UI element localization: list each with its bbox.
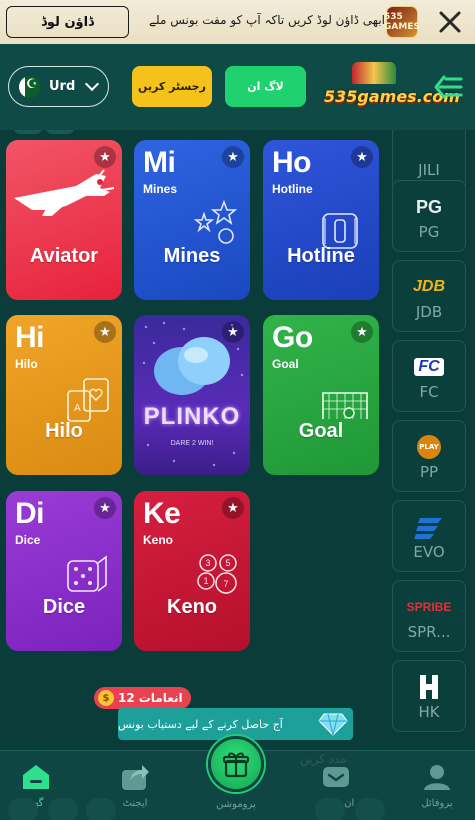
logo-chips-graphic — [352, 62, 396, 84]
close-banner-button[interactable] — [436, 8, 464, 36]
login-button[interactable]: لاگ ان — [225, 66, 306, 107]
ghost-shape — [355, 798, 385, 820]
provider-label: FC — [419, 383, 439, 401]
app-icon: 535 GAMES — [384, 6, 420, 38]
provider-label: EVO — [413, 543, 445, 561]
pakistan-flag-icon — [19, 75, 41, 98]
jdb-logo: JDB — [412, 278, 445, 295]
share-icon — [122, 765, 149, 790]
pg-logo: PG — [415, 196, 442, 217]
game-card-hilo[interactable]: Hi Hilo A Hilo ★ — [6, 315, 122, 475]
nav-profile-label: پروفائل — [421, 798, 453, 809]
mail-icon — [323, 767, 349, 787]
hk-logo — [420, 675, 438, 699]
gift-icon — [222, 752, 250, 778]
close-icon — [439, 11, 461, 33]
download-banner: ڈاؤن لوڈ ابھی ڈاؤن لوڈ کریں تاکہ آپ کو م… — [0, 0, 475, 44]
game-name: PLINKO — [143, 403, 241, 430]
game-tagline: DARE 2 WIN! — [170, 440, 214, 447]
pp-logo: PLAY — [417, 435, 441, 459]
provider-label: PP — [419, 463, 439, 481]
provider-hk[interactable]: HK — [392, 660, 466, 732]
language-label: Urd — [49, 79, 76, 94]
language-selector[interactable]: Urd — [8, 66, 109, 107]
register-button[interactable]: رجسٹر کریں — [132, 66, 212, 107]
game-name: Mines — [163, 245, 221, 267]
provider-label: PG — [418, 223, 440, 241]
ghost-shape — [8, 798, 38, 820]
provider-label: SPR... — [407, 623, 451, 641]
game-card-goal[interactable]: Go Goal Goal ★ — [263, 315, 379, 475]
rewards-count: 12 — [118, 691, 135, 705]
rewards-label: انعامات — [138, 691, 183, 705]
provider-jdb[interactable]: JDB JDB — [392, 260, 466, 332]
game-name: Keno — [167, 596, 217, 618]
game-card-keno[interactable]: Ke Keno 35 17 Keno ★ — [134, 491, 250, 651]
svg-text:3: 3 — [205, 558, 210, 568]
game-name: Hotline — [287, 245, 355, 267]
chevron-down-icon — [85, 76, 100, 92]
svg-text:7: 7 — [223, 579, 228, 589]
provider-label: JILI — [418, 161, 440, 179]
nav-promotion-button[interactable] — [208, 736, 264, 792]
user-icon — [424, 765, 450, 790]
provider-label: HK — [418, 703, 440, 721]
nav-promotion-label: پروموشن — [216, 799, 256, 810]
game-list[interactable]: Aviator ★ Mi Mines Mines ★ Ho Hotline Ho… — [0, 130, 475, 750]
favorite-star-icon[interactable]: ★ — [222, 321, 244, 343]
logo-text: 535games.com — [324, 87, 460, 106]
provider-pg[interactable]: PG PG — [392, 180, 466, 252]
diamond-icon — [318, 713, 348, 736]
nav-profile[interactable]: پروفائل — [399, 762, 475, 816]
game-card-dice[interactable]: Di Dice Dice ★ — [6, 491, 122, 651]
favorite-star-icon[interactable]: ★ — [222, 146, 244, 168]
svg-text:A: A — [74, 403, 81, 414]
nav-agent-label: ایجنٹ — [122, 798, 148, 809]
download-button[interactable]: ڈاؤن لوڈ — [6, 6, 129, 38]
game-card-plinko[interactable]: PLINKO DARE 2 WIN! ★ — [134, 315, 250, 475]
game-name: Dice — [42, 596, 86, 618]
ghost-shape — [315, 798, 345, 820]
site-logo[interactable]: 535games.com — [324, 62, 460, 110]
provider-pp[interactable]: PLAY PP — [392, 420, 466, 492]
game-card-hotline[interactable]: Ho Hotline Hotline ★ — [263, 140, 379, 300]
download-banner-message: ابھی ڈاؤن لوڈ کریں تاکہ آپ کو مفت بونس م… — [148, 13, 385, 27]
game-name: Hilo — [45, 420, 83, 442]
scrolled-item-edge — [46, 130, 74, 134]
favorite-star-icon[interactable]: ★ — [351, 146, 373, 168]
provider-label: JDB — [415, 303, 443, 321]
fc-logo: FC — [414, 358, 444, 376]
ghost-shape — [86, 798, 116, 820]
menu-collapse-icon[interactable] — [432, 72, 464, 102]
favorite-star-icon[interactable]: ★ — [222, 497, 244, 519]
spribe-logo: SPRIBE — [406, 600, 452, 614]
ghost-shape — [48, 798, 78, 820]
provider-spribe[interactable]: SPRIBE SPR... — [392, 580, 466, 652]
favorite-star-icon[interactable]: ★ — [94, 146, 116, 168]
svg-text:1: 1 — [203, 576, 208, 586]
game-card-aviator[interactable]: Aviator ★ — [6, 140, 122, 300]
coin-icon: $ — [98, 690, 114, 706]
game-name: Goal — [298, 420, 344, 442]
header: Urd رجسٹر کریں لاگ ان 535games.com — [0, 44, 475, 130]
favorite-star-icon[interactable]: ★ — [351, 321, 373, 343]
favorite-star-icon[interactable]: ★ — [94, 321, 116, 343]
game-card-mines[interactable]: Mi Mines Mines ★ — [134, 140, 250, 300]
home-icon — [23, 765, 49, 789]
evo-logo — [414, 518, 442, 539]
rewards-badge[interactable]: $ 12 انعامات — [94, 687, 191, 709]
provider-fc[interactable]: FC FC — [392, 340, 466, 412]
game-name: Aviator — [29, 245, 99, 267]
svg-text:5: 5 — [225, 558, 230, 568]
favorite-star-icon[interactable]: ★ — [94, 497, 116, 519]
scrolled-item-edge — [14, 130, 42, 134]
provider-evo[interactable]: EVO — [392, 500, 466, 572]
